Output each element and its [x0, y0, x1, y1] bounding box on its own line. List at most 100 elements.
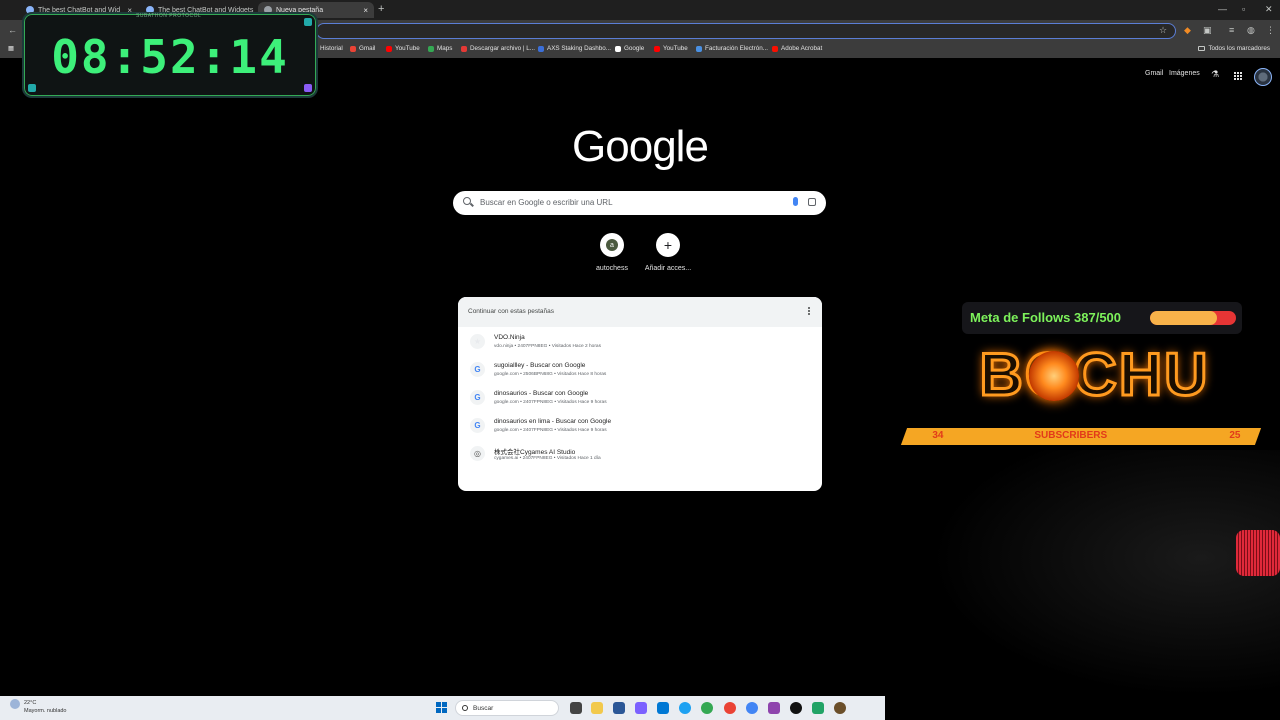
- google-logo: Google: [572, 122, 709, 171]
- bookmark-descargar[interactable]: Descargar archivo | L...: [461, 45, 535, 52]
- gmail-link[interactable]: Gmail: [1145, 70, 1163, 77]
- list-item-subtitle: google.com • 2506BPN68G • Visitados Hace…: [494, 372, 607, 377]
- extension-icon[interactable]: ◆: [1184, 25, 1191, 36]
- axs-icon: [538, 45, 544, 52]
- bookmark-facturacion[interactable]: Facturación Electrón...: [696, 45, 768, 52]
- list-item[interactable]: G sugoiallley - Buscar con Google google…: [458, 355, 822, 383]
- google-icon: G: [470, 362, 485, 377]
- task-view-icon[interactable]: [570, 702, 582, 714]
- windows-start-icon[interactable]: [436, 702, 447, 713]
- continue-tabs-card: Continuar con estas pestañas ★ VDO.Ninja…: [458, 297, 822, 491]
- list-item-title: 株式会社Cygames AI Studio: [494, 449, 576, 456]
- soccer-ball-icon: [1029, 351, 1079, 401]
- google-icon: G: [470, 418, 485, 433]
- copilot-icon[interactable]: [635, 702, 647, 714]
- list-item-title: dinosaurios - Buscar con Google: [494, 390, 589, 397]
- minimize-icon[interactable]: —: [1218, 4, 1227, 14]
- gmail-icon: [350, 45, 356, 52]
- list-item-subtitle: vdo.ninja • 2407FPN8EG • Visitados Hace …: [494, 344, 601, 349]
- bookmark-gmail[interactable]: Gmail: [350, 45, 375, 52]
- apps-icon[interactable]: ▦: [8, 45, 14, 52]
- list-item[interactable]: ★ VDO.Ninja vdo.ninja • 2407FPN8EG • Vis…: [458, 327, 822, 355]
- outlook-icon[interactable]: [657, 702, 669, 714]
- avatar[interactable]: [1254, 68, 1272, 86]
- star-icon[interactable]: ☆: [1159, 25, 1167, 36]
- brand-logo: BOCHU: [978, 341, 1210, 408]
- taskbar-search[interactable]: Buscar: [455, 700, 559, 716]
- timer-label: SUBATHON PROTOCOL: [136, 13, 202, 19]
- chrome-icon[interactable]: [701, 702, 713, 714]
- more-options-icon[interactable]: [808, 307, 810, 315]
- search-input[interactable]: Buscar en Google o escribir una URL: [480, 198, 613, 207]
- bookmark-axs[interactable]: AXS Staking Dashbo...: [538, 45, 611, 52]
- shortcut-icon-circle: +: [656, 233, 680, 257]
- list-item[interactable]: G dinosaurios en lima - Buscar con Googl…: [458, 411, 822, 439]
- app-icon[interactable]: [613, 702, 625, 714]
- weather-widget[interactable]: 22°C Mayorm. nublado: [10, 699, 67, 715]
- chrome-profile-icon[interactable]: [724, 702, 736, 714]
- media-icon[interactable]: ≡: [1229, 25, 1234, 35]
- timer-value: 08:52:14: [51, 30, 289, 84]
- new-tab-icon[interactable]: +: [378, 3, 384, 15]
- corner-ornament-icon: [304, 18, 312, 26]
- shortcut-icon-circle: a: [600, 233, 624, 257]
- close-icon[interactable]: ×: [363, 6, 368, 15]
- folder-icon: [1198, 46, 1206, 51]
- bookmark-youtube[interactable]: YouTube: [386, 45, 420, 52]
- obs-icon[interactable]: [790, 702, 802, 714]
- list-item-title: sugoiallley - Buscar con Google: [494, 362, 586, 369]
- autochess-icon: a: [606, 239, 618, 251]
- vdo-ninja-icon: ★: [470, 334, 485, 349]
- chrome-active-icon[interactable]: [746, 702, 758, 714]
- all-bookmarks[interactable]: Todos los marcadores: [1198, 45, 1270, 52]
- excel-icon[interactable]: [812, 702, 824, 714]
- extensions-icon[interactable]: ▣: [1203, 25, 1212, 36]
- menu-icon[interactable]: ⋮: [1266, 25, 1275, 36]
- close-window-icon[interactable]: ✕: [1265, 4, 1273, 15]
- app-icon[interactable]: [834, 702, 846, 714]
- list-item[interactable]: ◎ 株式会社Cygames AI Studio cygames.ai • 240…: [458, 439, 822, 467]
- follows-goal-text: Meta de Follows 387/500: [970, 310, 1122, 325]
- google-icon: [615, 45, 621, 52]
- edge-icon[interactable]: [679, 702, 691, 714]
- google-icon: G: [470, 390, 485, 405]
- app-icon[interactable]: [768, 702, 780, 714]
- follows-progress-bar: [1150, 311, 1236, 325]
- search-box[interactable]: Buscar en Google o escribir una URL: [453, 191, 826, 215]
- weather-text: Mayorm. nublado: [24, 708, 67, 714]
- tab-list: ★ VDO.Ninja vdo.ninja • 2407FPN8EG • Vis…: [458, 327, 822, 467]
- youtube-icon: [386, 45, 392, 52]
- images-link[interactable]: Imágenes: [1169, 70, 1200, 77]
- list-item-subtitle: google.com • 2407FPN8EG • Visitados Hace…: [494, 400, 607, 405]
- list-item-title: VDO.Ninja: [494, 334, 525, 341]
- subs-left-count: 34: [932, 430, 944, 441]
- shortcut-add[interactable]: + Añadir acces...: [633, 233, 703, 272]
- subscribers-banner: 34 SUBSCRIBERS 25: [900, 428, 1262, 445]
- list-item[interactable]: G dinosaurios - Buscar con Google google…: [458, 383, 822, 411]
- adobe-icon: [772, 45, 778, 52]
- bookmark-google[interactable]: Google: [615, 45, 644, 52]
- file-explorer-icon[interactable]: [591, 702, 603, 714]
- bookmark-youtube-2[interactable]: YouTube: [654, 45, 688, 52]
- follows-progress-fill: [1150, 311, 1217, 325]
- mic-icon[interactable]: [793, 197, 798, 206]
- search-icon: [463, 197, 471, 205]
- follows-goal: Meta de Follows 387/500: [962, 302, 1242, 334]
- profile-icon[interactable]: ◍: [1247, 25, 1255, 36]
- corner-ornament-icon: [304, 84, 312, 92]
- weather-icon: [10, 699, 20, 709]
- youtube-icon: [654, 45, 660, 52]
- subs-label: SUBSCRIBERS: [1034, 430, 1108, 441]
- led-device: [1236, 530, 1280, 576]
- bookmark-historial[interactable]: Historial: [320, 45, 343, 52]
- maximize-icon[interactable]: ▫: [1242, 4, 1245, 14]
- subathon-timer: SUBATHON PROTOCOL 08:52:14: [22, 12, 318, 98]
- lens-icon[interactable]: [808, 198, 816, 206]
- bookmark-adobe[interactable]: Adobe Acrobat: [772, 45, 822, 52]
- labs-icon[interactable]: ⚗: [1211, 69, 1219, 80]
- maps-icon: [428, 45, 434, 52]
- bookmark-maps[interactable]: Maps: [428, 45, 452, 52]
- google-apps-icon[interactable]: [1234, 72, 1242, 80]
- back-icon[interactable]: ←: [8, 25, 17, 35]
- address-bar[interactable]: [316, 23, 1176, 39]
